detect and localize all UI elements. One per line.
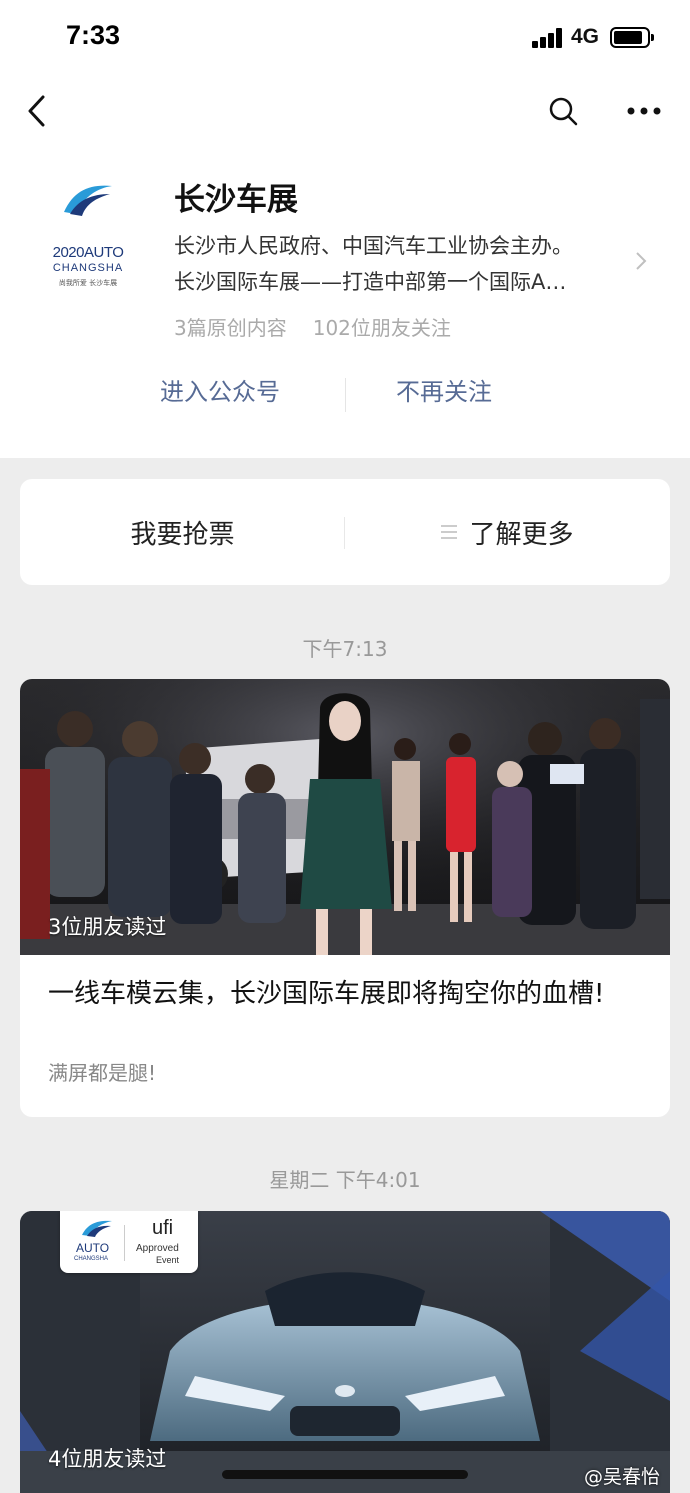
more-horizontal-icon [627,107,661,115]
menu-learn-more-label: 了解更多 [469,519,574,550]
friends-read-count: 4位朋友读过 [48,1447,167,1471]
action-divider [345,378,346,412]
article-card[interactable]: 3位朋友读过 一线车模云集，长沙国际车展即将掏空你的血槽! 满屏都是腿! [20,679,670,1117]
nav-bar [0,76,690,146]
message-timestamp: 星期二 下午4:01 [269,1168,421,1192]
article-title[interactable]: 一线车模云集，长沙国际车展即将掏空你的血槽! [48,975,644,1013]
signal-icon [532,28,564,48]
account-description[interactable]: 长沙市人民政府、中国汽车工业协会主办。 长沙国际车展——打造中部第一个国际A… [174,228,629,300]
message-timestamp: 下午7:13 [302,637,388,661]
original-count: 3篇原创内容 [174,316,287,340]
logo-line3: 尚我所爱 长沙车展 [58,279,118,287]
account-logo: 2020AUTO CHANGSHA 尚我所爱 长沙车展 [38,176,138,287]
article-card[interactable]: AUTO CHANGSHA ufi Approved Event 4位朋友读过 [20,1211,670,1493]
article-cover-image: AUTO CHANGSHA ufi Approved Event 4位朋友读过 [20,1211,670,1493]
menu-card: 我要抢票 了解更多 [20,479,670,585]
enter-account-button[interactable]: 进入公众号 [160,372,280,407]
back-button[interactable] [14,76,60,146]
account-name: 长沙车展 [174,182,298,218]
menu-buy-ticket[interactable]: 我要抢票 [20,479,345,585]
status-bar: 7:33 4G [0,0,690,76]
menu-learn-more[interactable]: 了解更多 [345,479,670,585]
account-actions: 进入公众号 不再关注 [0,372,690,416]
logo-line1: 2020AUTO [52,244,124,261]
description-line-1: 长沙市人民政府、中国汽车工业协会主办。 [174,234,573,258]
search-button[interactable] [540,76,586,146]
account-stats: 3篇原创内容 102位朋友关注 [174,312,451,341]
logo-swoosh-icon [64,185,112,216]
friends-read-count: 3位朋友读过 [48,915,167,939]
logo-line2: CHANGSHA [52,262,124,274]
badge-auto-text: AUTO [76,1241,110,1255]
status-time: 7:33 [66,20,121,50]
description-line-2: 长沙国际车展——打造中部第一个国际A… [174,270,567,294]
auto-logo-icon [82,1220,112,1237]
badge-approved-text: Approved [136,1243,179,1254]
event-badge: AUTO CHANGSHA ufi Approved Event [60,1211,198,1273]
badge-ufi-text: ufi [152,1217,174,1239]
network-type: 4G [571,25,600,48]
search-icon [549,97,578,126]
watermark: @吴春怡 [584,1466,661,1488]
chevron-right-icon[interactable] [634,250,648,272]
unfollow-button[interactable]: 不再关注 [396,372,492,407]
battery-icon [610,27,654,48]
article-digest: 满屏都是腿! [48,1061,157,1085]
submenu-icon [441,521,458,543]
home-indicator[interactable] [222,1470,468,1479]
article-cover-image: 3位朋友读过 [20,679,670,955]
badge-changsha-text: CHANGSHA [74,1256,109,1262]
badge-event-text: Event [156,1255,180,1265]
chevron-left-icon [28,95,45,127]
friends-following: 102位朋友关注 [312,316,451,340]
more-button[interactable] [618,76,670,146]
account-profile: 2020AUTO CHANGSHA 尚我所爱 长沙车展 长沙车展 长沙市人民政府… [0,146,690,458]
menu-buy-ticket-label: 我要抢票 [130,519,235,550]
